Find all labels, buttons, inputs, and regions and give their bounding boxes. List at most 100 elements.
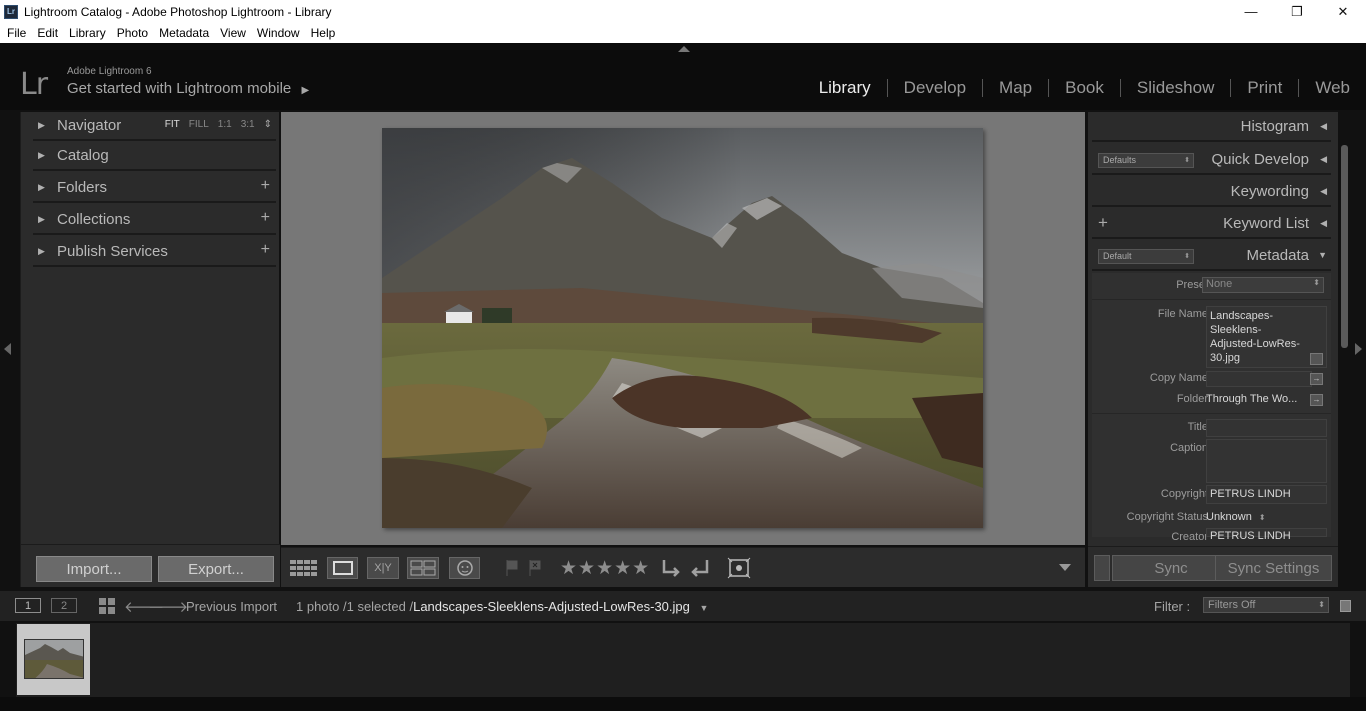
quick-develop-preset-select[interactable]: Defaults ⬍ [1098,153,1194,168]
histogram-header[interactable]: Histogram ◀ [1092,112,1331,142]
flag-reject-icon[interactable] [527,557,543,579]
add-folder-icon[interactable]: + [261,177,270,195]
keywording-label: Keywording [1230,183,1309,200]
zoom-menu-icon[interactable]: ⇕ [264,119,272,130]
collapse-top-panel-icon[interactable] [678,46,690,52]
creator-field[interactable]: PETRUS LINDH [1206,528,1327,542]
module-slideshow[interactable]: Slideshow [1137,78,1215,98]
survey-view-icon[interactable] [407,557,439,579]
preset-select[interactable]: None ⬍ [1202,277,1324,293]
module-separator [982,79,984,97]
module-print[interactable]: Print [1247,78,1282,98]
metadata-body: Preset None ⬍ File Name Landscapes- Slee… [1092,273,1331,543]
restore-button[interactable]: ❐ [1274,0,1320,23]
title-field[interactable] [1206,419,1327,437]
module-develop[interactable]: Develop [904,78,966,98]
collections-header[interactable]: ▶ Collections + [33,205,276,235]
right-panel-footer: Sync Sync Settings [1088,546,1338,587]
forward-arrow-icon[interactable]: 🡒 [148,597,188,616]
module-book[interactable]: Book [1065,78,1104,98]
rename-list-icon[interactable] [1310,353,1323,365]
menu-metadata[interactable]: Metadata [155,26,213,40]
collapse-left-panel-icon[interactable] [4,343,11,355]
add-collection-icon[interactable]: + [261,209,270,227]
loupe-view-icon[interactable] [327,557,358,579]
menu-edit[interactable]: Edit [33,26,62,40]
copyright-field[interactable]: PETRUS LINDH [1206,485,1327,504]
stepper-arrows-icon: ⬍ [1184,253,1190,260]
file-name-label: File Name [1157,308,1208,320]
go-to-folder-arrow-icon[interactable]: → [1310,394,1323,406]
navigator-header[interactable]: ▶ Navigator FIT FILL 1:1 3:1 ⇕ [33,112,276,141]
crop-overlay-icon[interactable] [726,557,752,579]
collapse-triangle-icon: ◀ [1320,186,1327,196]
metadata-header[interactable]: Default ⬍ Metadata ▼ [1092,241,1331,271]
module-map[interactable]: Map [999,78,1032,98]
module-picker-bar: Lr Adobe Lightroom 6 Get started with Li… [0,43,1366,110]
filmstrip-thumbnail-cell[interactable] [17,624,90,695]
filmstrip-thumbnail [24,639,84,679]
sync-button[interactable]: Sync [1112,555,1230,581]
filter-lock-icon[interactable] [1340,600,1351,612]
menu-photo[interactable]: Photo [113,26,152,40]
source-label[interactable]: Previous Import [186,599,277,614]
rotate-right-icon[interactable] [688,557,712,579]
add-keyword-icon[interactable]: + [1098,213,1108,233]
keyword-list-header[interactable]: + Keyword List ◀ [1092,209,1331,239]
main-photo[interactable] [382,128,983,528]
quick-develop-header[interactable]: Defaults ⬍ Quick Develop ◀ [1092,145,1331,175]
folders-header[interactable]: ▶ Folders + [33,173,276,203]
expand-triangle-icon: ▶ [38,181,45,192]
menu-library[interactable]: Library [65,26,110,40]
zoom-fit[interactable]: FIT [165,119,180,130]
copyright-status-value[interactable]: Unknown ⬍ [1206,511,1266,523]
quick-develop-label: Quick Develop [1211,151,1309,168]
file-name-field[interactable]: Landscapes- Sleeklens- Adjusted-LowRes- … [1206,306,1327,368]
copy-name-field[interactable] [1206,371,1312,387]
auto-sync-toggle[interactable] [1094,555,1110,581]
window-title: Lightroom Catalog - Adobe Photoshop Ligh… [24,4,332,19]
grid-view-icon[interactable] [288,557,320,579]
sync-settings-button[interactable]: Sync Settings [1215,555,1332,581]
toolbar-options-chevron-icon[interactable] [1057,557,1073,579]
navigator-zoom-options: FIT FILL 1:1 3:1 ⇕ [165,119,272,130]
filter-value: Filters Off [1208,599,1256,611]
rotate-left-icon[interactable] [659,557,683,579]
catalog-header[interactable]: ▶ Catalog [33,141,276,171]
module-web[interactable]: Web [1315,78,1350,98]
keywording-header[interactable]: Keywording ◀ [1092,177,1331,207]
close-button[interactable]: ✕ [1320,0,1366,23]
filter-select[interactable]: Filters Off ⬍ [1203,597,1329,613]
collapse-right-panel-icon[interactable] [1355,343,1362,355]
secondary-window-button[interactable]: 2 [51,598,77,613]
people-view-icon[interactable] [449,557,480,579]
publish-services-label: Publish Services [57,242,168,260]
minimize-button[interactable]: — [1228,0,1274,23]
add-publish-service-icon[interactable]: + [261,241,270,259]
metadata-preset-select[interactable]: Default ⬍ [1098,249,1194,264]
filter-label: Filter : [1154,599,1191,614]
mobile-prompt[interactable]: Get started with Lightroom mobile ▶ [67,80,309,97]
flag-pick-icon[interactable] [504,557,520,579]
go-to-arrow-icon[interactable]: → [1310,373,1323,385]
publish-services-header[interactable]: ▶ Publish Services + [33,237,276,267]
file-name-line: Sleeklens- [1210,324,1262,336]
menu-file[interactable]: File [3,26,30,40]
collapse-triangle-icon: ◀ [1320,218,1327,228]
right-panel-scrollbar[interactable] [1341,145,1348,348]
grid-small-icon[interactable] [99,598,115,617]
zoom-1-1[interactable]: 1:1 [218,119,232,130]
import-button[interactable]: Import... [36,556,152,582]
main-window-button[interactable]: 1 [15,598,41,613]
compare-view-icon[interactable]: X|Y [367,557,399,579]
menu-window[interactable]: Window [253,26,304,40]
module-library[interactable]: Library [819,78,871,98]
export-button[interactable]: Export... [158,556,274,582]
star-rating[interactable]: ★★★★★ [560,557,650,580]
zoom-3-1[interactable]: 3:1 [241,119,255,130]
menu-view[interactable]: View [216,26,250,40]
caption-field[interactable] [1206,439,1327,483]
zoom-fill[interactable]: FILL [189,119,209,130]
menu-help[interactable]: Help [307,26,340,40]
selection-info[interactable]: 1 photo /1 selected /Landscapes-Sleeklen… [296,599,708,614]
